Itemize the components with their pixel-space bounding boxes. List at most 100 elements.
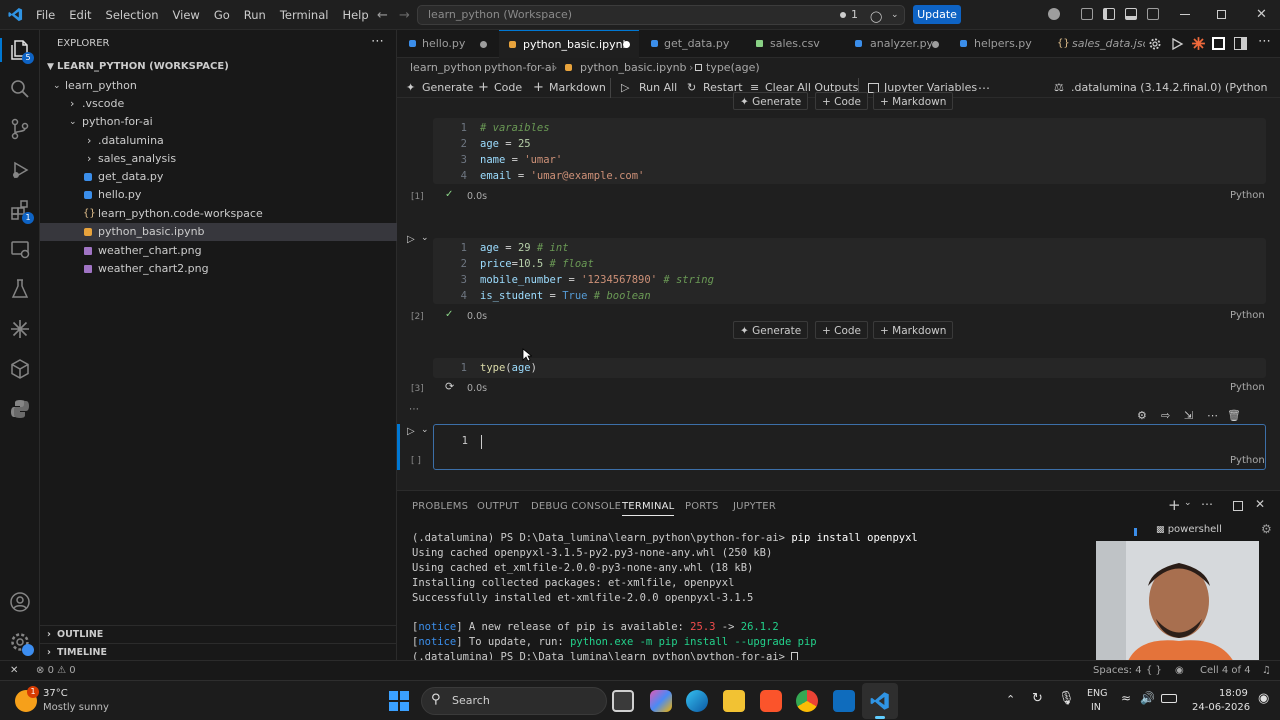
- generate-button[interactable]: Generate: [422, 78, 473, 98]
- command-center-search[interactable]: learn_python (Workspace) 1 ◯ ⌄: [417, 5, 905, 25]
- settings-gear-icon[interactable]: [8, 630, 34, 656]
- weather-temp[interactable]: 37°C: [43, 688, 68, 699]
- tab-analyzer[interactable]: analyzer.py: [841, 30, 948, 58]
- chevron-down-icon[interactable]: ⌄: [421, 233, 429, 243]
- code-cell-2[interactable]: 1 2 3 4 age = 29 # int price=10.5 # floa…: [433, 238, 1266, 304]
- run-below-icon[interactable]: ⇨: [1161, 409, 1170, 422]
- file-explorer-icon[interactable]: [723, 690, 745, 712]
- indentation-status[interactable]: Spaces: 4: [1093, 661, 1142, 681]
- language-line2[interactable]: IN: [1091, 702, 1101, 713]
- cell-position-status[interactable]: Cell 4 of 4: [1200, 661, 1251, 681]
- more-actions-icon[interactable]: ⋯: [1207, 409, 1218, 422]
- code-cell-3[interactable]: 1 type(age): [433, 358, 1266, 378]
- edge-browser-icon[interactable]: [686, 690, 708, 712]
- insert-code-button[interactable]: + Code: [815, 92, 869, 110]
- collapsed-output-icon[interactable]: ⋯: [409, 404, 419, 415]
- remote-indicator-icon[interactable]: ✕: [10, 661, 18, 681]
- more-actions-icon[interactable]: ⋯: [371, 34, 384, 49]
- toggle-panel-icon[interactable]: [1125, 8, 1137, 20]
- panel-tab-jupyter[interactable]: JUPYTER: [733, 501, 776, 512]
- testing-icon[interactable]: [8, 277, 32, 301]
- panel-tab-debug-console[interactable]: DEBUG CONSOLE: [531, 501, 621, 512]
- language-braces-status[interactable]: { }: [1146, 661, 1162, 681]
- restore-icon[interactable]: [1217, 10, 1226, 19]
- chevron-down-icon[interactable]: ⌄: [891, 6, 899, 24]
- python-icon[interactable]: [8, 397, 32, 421]
- tab-sales-csv[interactable]: sales.csv: [743, 30, 841, 58]
- menu-selection[interactable]: Selection: [99, 0, 166, 30]
- tab-helpers[interactable]: helpers.py: [948, 30, 1045, 58]
- more-actions-icon[interactable]: ⋯: [1201, 497, 1213, 511]
- toggle-sidebar-icon[interactable]: [1103, 8, 1115, 20]
- split-cell-icon[interactable]: ⇲: [1184, 409, 1193, 422]
- source-control-icon[interactable]: [8, 117, 32, 141]
- clock-time[interactable]: 18:09: [1219, 688, 1248, 699]
- tab-python-basic[interactable]: python_basic.ipynb: [499, 30, 639, 58]
- windows-start-icon[interactable]: [389, 691, 409, 711]
- terminal-side-icon[interactable]: ⚙: [1261, 522, 1272, 536]
- tree-file-hello[interactable]: hello.py: [40, 186, 397, 204]
- language-line1[interactable]: ENG: [1087, 688, 1107, 699]
- taskbar-search[interactable]: ⚲ Search: [421, 687, 607, 715]
- brave-browser-icon[interactable]: [760, 690, 782, 712]
- explorer-icon[interactable]: 5: [8, 38, 34, 64]
- workspace-header[interactable]: ▼ LEARN_PYTHON (WORKSPACE): [40, 58, 397, 76]
- tree-file-weather-chart[interactable]: weather_chart.png: [40, 242, 397, 260]
- chevron-down-icon[interactable]: ⌄: [1184, 498, 1192, 508]
- minimize-icon[interactable]: [1180, 14, 1190, 15]
- tree-folder-vscode[interactable]: › .vscode: [40, 95, 397, 113]
- tree-folder-python-for-ai[interactable]: ⌄ python-for-ai: [40, 113, 397, 131]
- insert-generate-button[interactable]: ✦ Generate: [733, 92, 809, 110]
- outlook-icon[interactable]: [833, 690, 855, 712]
- tree-file-python-basic[interactable]: python_basic.ipynb: [40, 223, 397, 241]
- volume-icon[interactable]: 🔊: [1140, 691, 1155, 705]
- menu-run[interactable]: Run: [237, 0, 273, 30]
- copilot-sparkle-icon[interactable]: [8, 317, 32, 341]
- split-editor-icon[interactable]: [1234, 37, 1247, 50]
- microphone-icon[interactable]: 🎙: [1058, 691, 1075, 706]
- wifi-icon[interactable]: ≈: [1121, 691, 1131, 705]
- chevron-down-icon[interactable]: ⌄: [421, 425, 429, 435]
- cell-language[interactable]: Python: [1230, 382, 1265, 393]
- tray-sync-icon[interactable]: ↻: [1032, 691, 1043, 706]
- add-code-button[interactable]: Code: [494, 78, 522, 98]
- tree-file-weather-chart2[interactable]: weather_chart2.png: [40, 260, 397, 278]
- run-cell-icon[interactable]: ▷: [407, 426, 415, 437]
- layout-icon[interactable]: [1081, 8, 1093, 20]
- close-icon[interactable]: ✕: [1256, 7, 1267, 22]
- update-button[interactable]: Update: [913, 5, 961, 24]
- task-view-icon[interactable]: [612, 690, 634, 712]
- menu-view[interactable]: View: [166, 0, 207, 30]
- tray-chevron-up-icon[interactable]: ⌃: [1006, 693, 1015, 706]
- tree-folder-datalumina[interactable]: › .datalumina: [40, 132, 397, 150]
- run-all-button[interactable]: Run All: [639, 78, 677, 98]
- menu-edit[interactable]: Edit: [62, 0, 98, 30]
- insert-generate-button[interactable]: ✦ Generate: [733, 321, 809, 339]
- insert-markdown-button[interactable]: + Markdown: [873, 92, 954, 110]
- insert-markdown-button[interactable]: + Markdown: [873, 321, 954, 339]
- extensions-icon[interactable]: 1: [8, 198, 34, 224]
- panel-tab-terminal[interactable]: TERMINAL: [622, 501, 675, 516]
- copilot-app-icon[interactable]: [650, 690, 672, 712]
- menu-file[interactable]: File: [29, 0, 62, 30]
- settings-gear-icon[interactable]: [1148, 37, 1162, 51]
- variables-icon[interactable]: [1212, 37, 1225, 50]
- breadcrumb-item[interactable]: python_basic.ipynb: [580, 58, 687, 78]
- run-cell-icon[interactable]: ▷: [407, 234, 415, 245]
- breadcrumb-item[interactable]: type(age): [706, 58, 760, 78]
- packages-icon[interactable]: [8, 357, 32, 381]
- back-arrow-icon[interactable]: ←: [377, 8, 388, 23]
- remote-explorer-icon[interactable]: [8, 237, 32, 261]
- insert-code-button[interactable]: + Code: [815, 321, 869, 339]
- run-above-icon[interactable]: ⚙: [1137, 409, 1147, 422]
- new-terminal-plus-icon[interactable]: +: [1168, 496, 1181, 514]
- sparkle-icon[interactable]: [1191, 36, 1206, 51]
- tree-folder-learn-python[interactable]: ⌄ learn_python: [40, 77, 397, 95]
- breadcrumb-item[interactable]: python-for-ai: [484, 58, 555, 78]
- tab-sales-data-json[interactable]: {} sales_data.json: [1045, 30, 1145, 58]
- breadcrumb-item[interactable]: learn_python: [410, 58, 482, 78]
- add-markdown-button[interactable]: Markdown: [549, 78, 606, 98]
- tab-hello-py[interactable]: hello.py: [397, 30, 499, 58]
- terminal-instance[interactable]: ▩ powershell: [1156, 524, 1222, 535]
- notifications-bell-icon[interactable]: ♫: [1262, 661, 1271, 681]
